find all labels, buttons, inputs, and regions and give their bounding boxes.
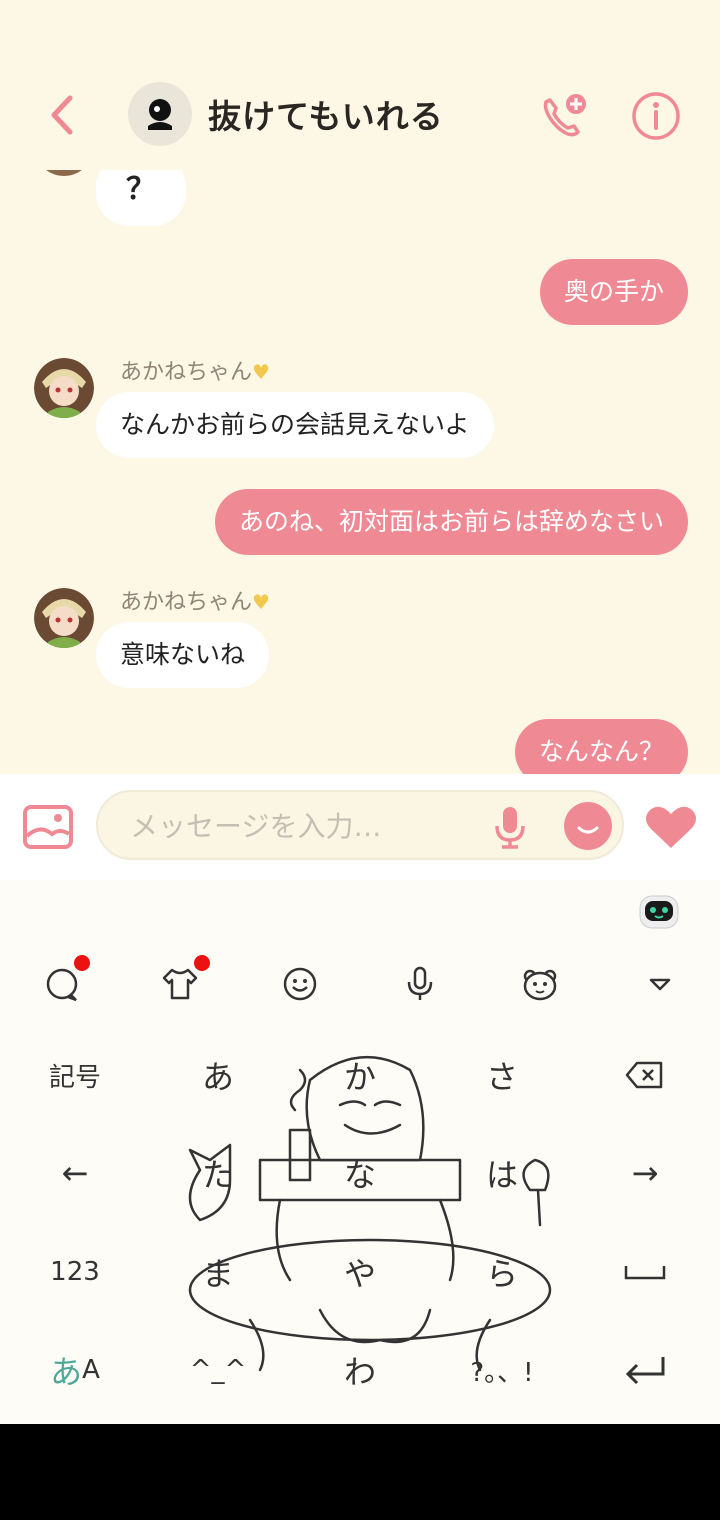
bear-icon[interactable]: [520, 964, 560, 1004]
shirt-icon[interactable]: [160, 964, 200, 1004]
key-punctuation[interactable]: ?。、!: [442, 1330, 562, 1410]
message-bubble[interactable]: なんなん？: [514, 719, 688, 774]
ime-keyboard: 記号 あ か さ ← た な は → 123 ま や ら あA ^_^ わ ?。…: [0, 880, 720, 1424]
message-input-bar: [0, 774, 720, 880]
space-key[interactable]: [585, 1232, 705, 1312]
kana-glyph: あ: [50, 1353, 83, 1391]
enter-key[interactable]: [585, 1330, 705, 1410]
info-circle-icon[interactable]: [628, 88, 684, 144]
sender-name-text: あかねちゃん: [120, 590, 253, 615]
sender-name-text: あかねちゃん: [120, 360, 253, 385]
key-ya[interactable]: や: [300, 1232, 420, 1312]
key-emoticon[interactable]: ^_^: [158, 1330, 278, 1410]
key-sa[interactable]: さ: [442, 1035, 562, 1115]
message-bubble[interactable]: なんかお前らの会話見えないよ: [96, 392, 494, 458]
key-ta[interactable]: た: [158, 1133, 278, 1213]
message-input[interactable]: [130, 804, 490, 848]
heart-badge-icon: ♥: [252, 590, 270, 614]
key-wa[interactable]: わ: [300, 1330, 420, 1410]
character-avatar-icon: [34, 358, 94, 418]
message-field[interactable]: [96, 790, 624, 860]
message-bubble[interactable]: 奥の手か: [539, 259, 688, 325]
key-numbers[interactable]: 123: [15, 1232, 135, 1312]
emoji-button[interactable]: [564, 802, 612, 850]
chevron-left-icon[interactable]: [40, 90, 90, 140]
sender-avatar[interactable]: [34, 588, 94, 648]
heart-badge-icon: ♥: [252, 360, 270, 384]
message-list[interactable]: ？ 奥の手か あかねちゃん♥ なんかお前らの会話見えないよ あのね、初対面はお前…: [0, 160, 720, 774]
phone-plus-icon[interactable]: [536, 88, 592, 144]
key-ka[interactable]: か: [300, 1035, 420, 1115]
character-avatar-icon: [34, 588, 94, 648]
message-bubble[interactable]: 意味ないね: [96, 622, 270, 688]
key-ha[interactable]: は: [442, 1133, 562, 1213]
sender-avatar[interactable]: [34, 358, 94, 418]
message-bubble[interactable]: あのね、初対面はお前らは辞めなさい: [214, 489, 688, 555]
group-avatar[interactable]: [128, 82, 192, 146]
key-symbols[interactable]: 記号: [15, 1035, 135, 1115]
chat-title: 抜けてもいれる: [208, 97, 444, 136]
enter-icon: [625, 1357, 665, 1385]
sender-name: あかねちゃん♥: [120, 354, 270, 386]
key-ra[interactable]: ら: [442, 1232, 562, 1312]
robot-assistant-icon[interactable]: [636, 888, 682, 934]
triangle-down-icon[interactable]: [640, 964, 680, 1004]
backspace-icon: [625, 1061, 663, 1089]
chat-app: 抜けてもいれる ？ 奥の手か あかねちゃん♥ なんかお前らの会話見えないよ あの…: [0, 0, 720, 1424]
key-ma[interactable]: ま: [158, 1232, 278, 1312]
sender-name: あかねちゃん♥: [120, 584, 270, 616]
notification-dot: [194, 955, 210, 971]
heart-icon[interactable]: [642, 798, 700, 854]
smiley-icon[interactable]: [280, 964, 320, 1004]
key-kana-alpha-toggle[interactable]: あA: [15, 1330, 135, 1410]
key-na[interactable]: な: [300, 1133, 420, 1213]
key-right-arrow[interactable]: →: [585, 1133, 705, 1213]
alpha-glyph: A: [82, 1355, 100, 1385]
key-left-arrow[interactable]: ←: [15, 1133, 135, 1213]
backspace-key[interactable]: [585, 1035, 705, 1115]
key-a[interactable]: あ: [158, 1035, 278, 1115]
image-icon[interactable]: [22, 804, 74, 850]
avatar-figure-icon: [148, 99, 172, 130]
mic-icon[interactable]: [400, 964, 440, 1004]
smile-face-icon: [577, 826, 599, 834]
chat-bubble-icon[interactable]: [42, 964, 82, 1004]
chat-header: 抜けてもいれる: [0, 60, 720, 170]
notification-dot: [74, 955, 90, 971]
mic-icon[interactable]: [490, 804, 530, 850]
space-icon: [624, 1266, 666, 1280]
